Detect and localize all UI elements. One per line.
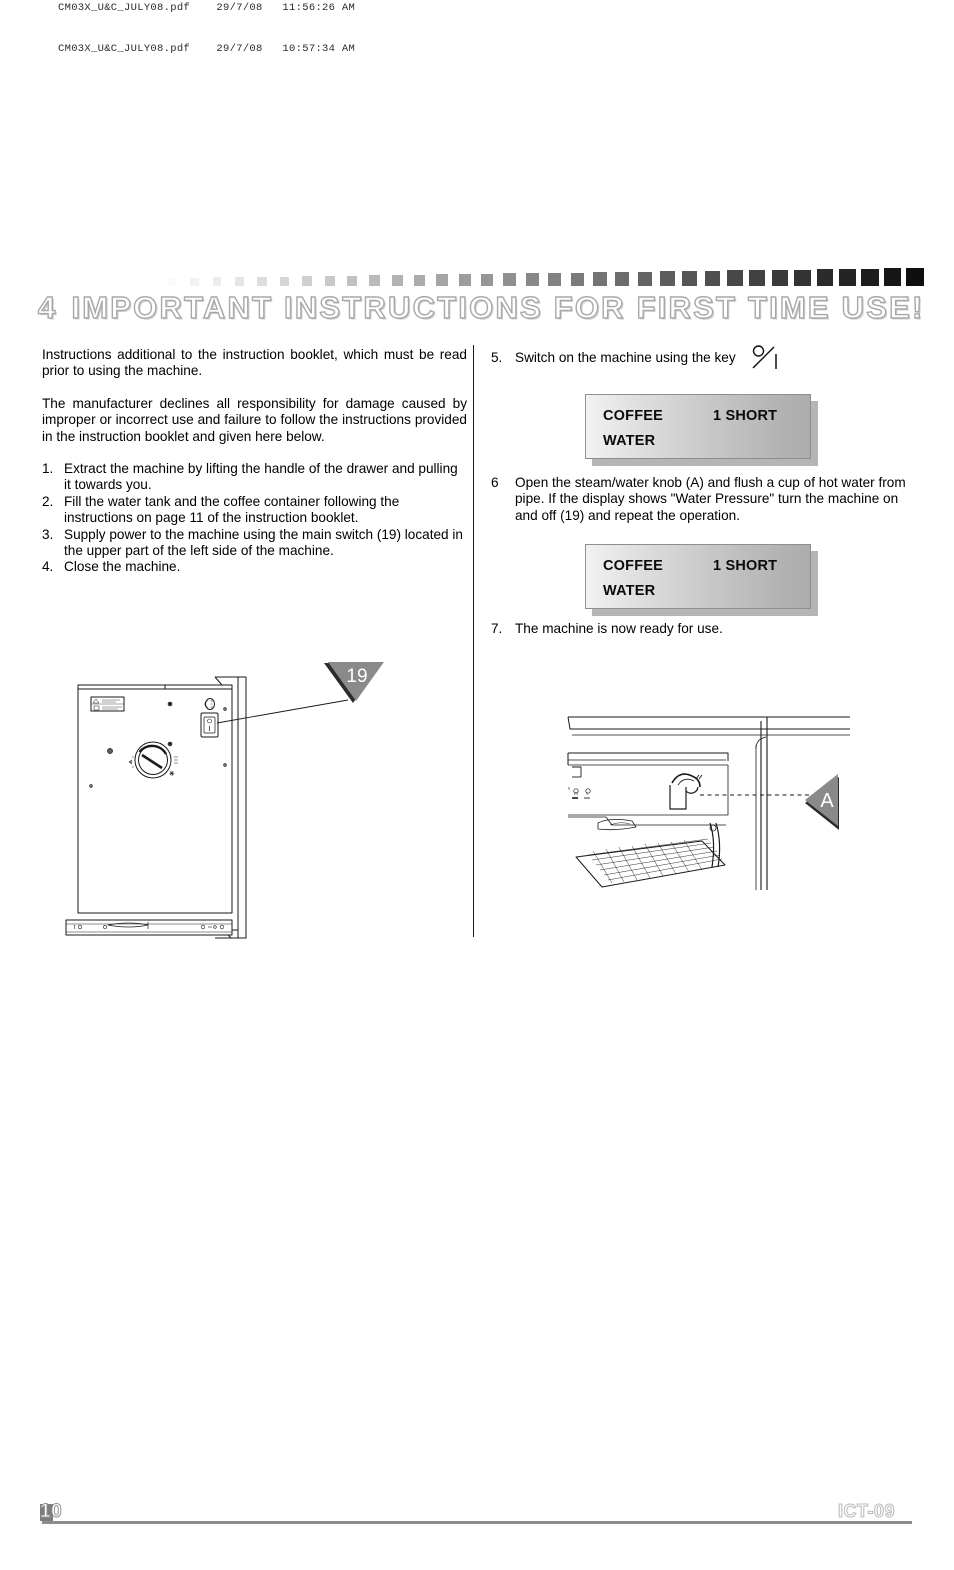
decorative-square bbox=[324, 275, 335, 286]
display-line2-left: WATER bbox=[603, 433, 656, 449]
callout-label: A bbox=[820, 790, 834, 812]
list-item: 3. Supply power to the machine using the… bbox=[42, 527, 467, 560]
decorative-square bbox=[481, 273, 494, 286]
left-steps-list: 1. Extract the machine by lifting the ha… bbox=[42, 461, 467, 576]
step-marker: 3. bbox=[42, 526, 54, 542]
decorative-square bbox=[212, 277, 222, 286]
step-marker: 2. bbox=[42, 493, 54, 509]
footer-rule bbox=[42, 1521, 912, 1524]
decorative-square bbox=[302, 276, 312, 286]
column-divider bbox=[473, 345, 474, 937]
decorative-square bbox=[279, 276, 290, 286]
display-screen: COFFEE 1 SHORT WATER bbox=[585, 394, 811, 459]
decorative-square bbox=[257, 276, 267, 286]
decorative-square bbox=[548, 272, 562, 286]
callout-marker-19: 19 bbox=[324, 662, 384, 703]
step-text: Open the steam/water knob (A) and flush … bbox=[515, 475, 906, 523]
pdf-header-stamp-2: CM03X_U&C_JULY08.pdf 29/7/08 10:57:34 AM bbox=[58, 43, 356, 55]
step-text: Fill the water tank and the coffee conta… bbox=[64, 493, 400, 526]
decorative-square bbox=[816, 269, 834, 286]
pdf-header-stamp-1: CM03X_U&C_JULY08.pdf 29/7/08 11:56:26 AM bbox=[58, 2, 356, 14]
decorative-square bbox=[369, 275, 380, 286]
step-text: Supply power to the machine using the ma… bbox=[64, 526, 463, 559]
display-line1-left: COFFEE bbox=[603, 558, 664, 574]
decorative-gradient-square-bar bbox=[0, 262, 954, 288]
decorative-square bbox=[704, 270, 720, 286]
intro-paragraph-1: Instructions additional to the instructi… bbox=[42, 347, 467, 379]
step-marker: 1. bbox=[42, 461, 54, 477]
step-text: Switch on the machine using the key bbox=[515, 350, 736, 365]
decorative-square bbox=[436, 274, 448, 286]
decorative-square bbox=[615, 271, 630, 286]
list-item: 2. Fill the water tank and the coffee co… bbox=[42, 494, 467, 527]
page-number: 10 bbox=[39, 1501, 63, 1523]
decorative-square bbox=[637, 271, 652, 286]
decorative-square bbox=[458, 274, 471, 286]
right-step-6: 6 Open the steam/water knob (A) and flus… bbox=[491, 475, 921, 524]
decorative-square bbox=[906, 268, 924, 286]
list-item: 4. Close the machine. bbox=[42, 559, 467, 575]
decorative-square bbox=[525, 273, 539, 286]
right-step-7: 7. The machine is now ready for use. bbox=[491, 621, 921, 637]
section-number: 4 bbox=[37, 289, 58, 325]
step-text: The machine is now ready for use. bbox=[515, 621, 723, 636]
intro-paragraph-2: The manufacturer declines all responsibi… bbox=[42, 395, 467, 444]
display-line1-left: COFFEE bbox=[603, 408, 664, 424]
document-code: ICT-09 bbox=[837, 1501, 896, 1522]
decorative-square bbox=[503, 273, 516, 286]
decorative-square bbox=[592, 272, 607, 286]
callout-label: 19 bbox=[346, 666, 367, 687]
right-step-5: 5. Switch on the machine using the key bbox=[491, 345, 921, 369]
page-title: 4 IMPORTANT INSTRUCTIONS FOR FIRST TIME U… bbox=[37, 289, 925, 326]
decorative-square bbox=[794, 269, 811, 286]
display-screen: COFFEE 1 SHORT WATER bbox=[585, 544, 811, 609]
list-item: 1. Extract the machine by lifting the ha… bbox=[42, 461, 467, 494]
step-marker: 5. bbox=[491, 350, 503, 365]
step-marker: 6 bbox=[491, 475, 499, 490]
decorative-square bbox=[771, 269, 788, 286]
decorative-square bbox=[838, 268, 856, 286]
display-line2-left: WATER bbox=[603, 583, 656, 599]
step-text: Extract the machine by lifting the handl… bbox=[64, 461, 458, 493]
display-line1-right: 1 SHORT bbox=[713, 558, 778, 574]
section-title-text: IMPORTANT INSTRUCTIONS FOR FIRST TIME US… bbox=[71, 289, 925, 325]
decorative-square bbox=[749, 270, 766, 286]
decorative-square bbox=[235, 277, 244, 286]
display-line1-right: 1 SHORT bbox=[713, 408, 778, 424]
decorative-square bbox=[391, 274, 403, 286]
step-marker: 7. bbox=[491, 621, 503, 636]
decorative-square bbox=[190, 277, 199, 286]
step-text: Close the machine. bbox=[64, 559, 181, 575]
decorative-square bbox=[660, 271, 675, 286]
left-text-column: Instructions additional to the instructi… bbox=[42, 347, 467, 576]
decorative-square bbox=[727, 270, 743, 286]
decorative-square bbox=[346, 275, 358, 286]
decorative-square bbox=[570, 272, 584, 286]
decorative-square bbox=[883, 268, 902, 286]
decorative-square bbox=[168, 278, 176, 286]
decorative-square bbox=[682, 271, 698, 286]
section-heading-block: 4 IMPORTANT INSTRUCTIONS FOR FIRST TIME U… bbox=[0, 262, 954, 332]
decorative-square bbox=[861, 268, 879, 286]
power-key-icon bbox=[752, 345, 777, 369]
step-marker: 4. bbox=[42, 559, 54, 575]
callout-marker-a: A bbox=[805, 774, 839, 830]
decorative-square bbox=[414, 274, 426, 286]
